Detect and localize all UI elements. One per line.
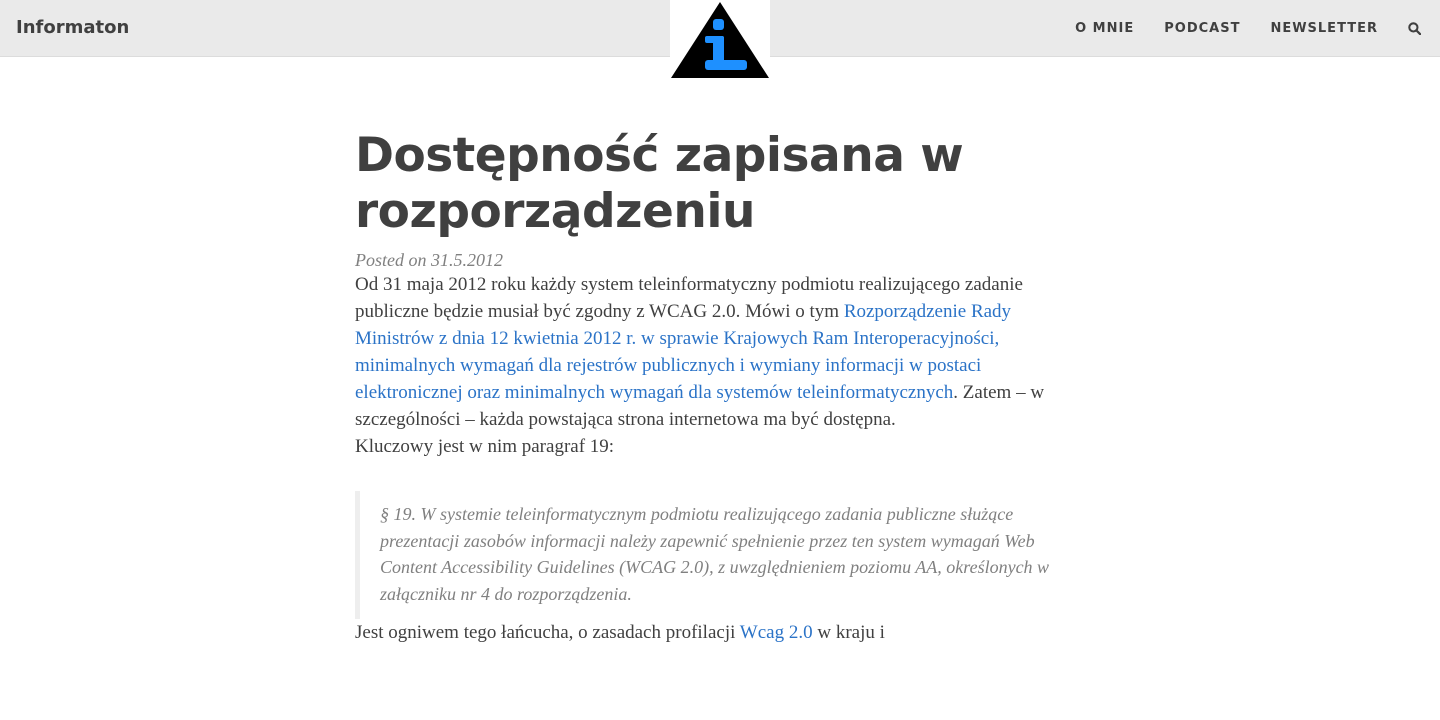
- paragraph-continued-text-a: Jest ogniwem tego łańcucha, o zasadach p…: [355, 622, 740, 643]
- post-title-line-1: Dostępność zapisana w: [355, 128, 964, 183]
- nav-link-newsletter[interactable]: NEWSLETTER: [1270, 21, 1378, 36]
- paragraph-key: Kluczowy jest w nim paragraf 19:: [355, 436, 615, 457]
- post-title: Dostępność zapisana w rozporządzeniu: [355, 128, 1085, 240]
- search-icon: [1407, 22, 1421, 35]
- nav-link-podcast[interactable]: PODCAST: [1164, 21, 1240, 36]
- post-content: Dostępność zapisana w rozporządzeniu Pos…: [355, 128, 1085, 646]
- brand-link[interactable]: Informaton: [16, 17, 129, 38]
- quote-paragraph-19: § 19. W systemie teleinformatycznym podm…: [355, 491, 1070, 619]
- nav-link-o-mnie[interactable]: O MNIE: [1075, 21, 1134, 36]
- search-button[interactable]: [1406, 21, 1422, 37]
- paragraph-continued-text-b: w kraju i: [812, 622, 885, 643]
- post-title-line-2: rozporządzeniu: [355, 184, 755, 239]
- paragraph-intro: Od 31 maja 2012 roku każdy system telein…: [355, 271, 1085, 433]
- info-logo-icon: [671, 2, 769, 78]
- post-meta: Posted on 31.5.2012: [355, 250, 503, 270]
- paragraph-continued: Jest ogniwem tego łańcucha, o zasadach p…: [355, 619, 1085, 646]
- navbar: Informaton O MNIE PODCAST NEWSLETTER: [0, 0, 1440, 80]
- wcag-link[interactable]: Wcag 2.0: [740, 622, 813, 643]
- site-logo[interactable]: [670, 0, 770, 80]
- main-nav: O MNIE PODCAST NEWSLETTER: [1045, 0, 1440, 57]
